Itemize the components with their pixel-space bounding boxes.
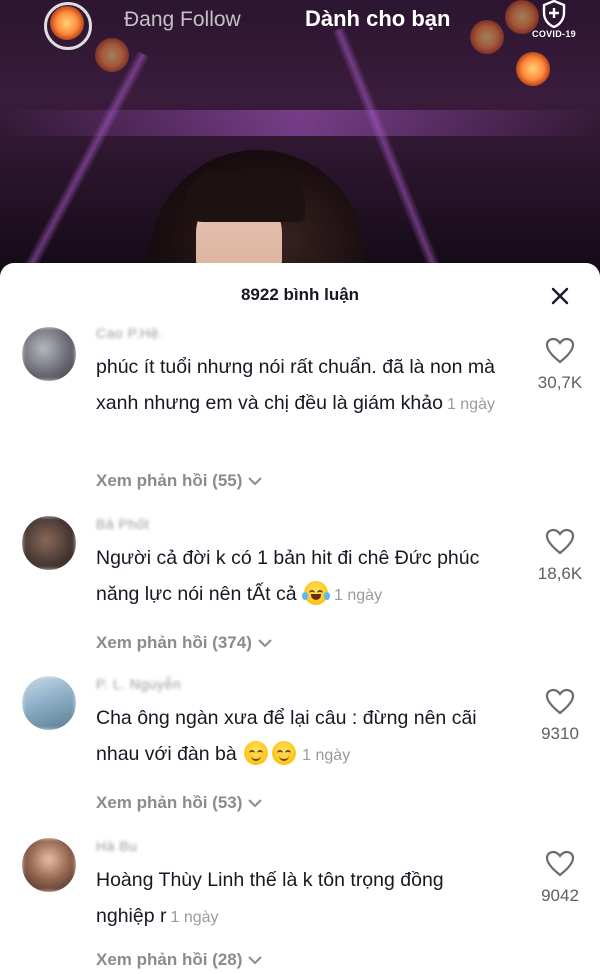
close-button[interactable] [545,281,575,311]
comment-time: 1 ngày [302,747,351,764]
comment-time: 1 ngày [446,396,495,413]
video-background[interactable]: Đang Follow Dành cho bạn COVID-19 [0,0,600,280]
comment-body: Hoàng Thùy Linh thế là k tôn trọng đồng … [96,869,444,927]
view-replies-button[interactable]: Xem phản hồi (374) [96,633,272,653]
avatar[interactable] [22,516,76,570]
comment-item: P. L. Nguyễn Cha ông ngàn xưa để lại câu… [0,676,600,821]
feed-tabs: Đang Follow Dành cho bạn COVID-19 [0,0,600,50]
like-button[interactable]: 30,7K [528,337,592,393]
close-icon [551,287,569,305]
comment-username[interactable]: Bả Phốt [96,516,149,536]
covid-info-button[interactable]: COVID-19 [524,0,584,46]
view-replies-label: Xem phản hồi (28) [96,950,243,969]
chevron-down-icon [248,955,263,964]
view-replies-button[interactable]: Xem phản hồi (28) [96,950,263,970]
comment-text: Người cả đời k có 1 bản hit đi chê Đức p… [96,540,506,614]
comments-sheet: 8922 bình luận Cao P.Hệ. phúc ít tuổi nh… [0,263,600,974]
comment-time: 1 ngày [170,909,219,926]
comments-count-title: 8922 bình luận [240,285,360,304]
comment-text: Hoàng Thùy Linh thế là k tôn trọng đồng … [96,862,506,936]
stage-light [95,38,129,72]
performer-hair [185,170,305,222]
like-count: 30,7K [537,373,583,392]
comment-item: Bả Phốt Người cả đời k có 1 bản hit đi c… [0,516,600,661]
comment-item: Hà Bu Hoàng Thùy Linh thế là k tôn trọng… [0,838,600,974]
comment-text: Cha ông ngàn xưa để lại câu : đừng nên c… [96,700,506,774]
tab-for-you[interactable]: Dành cho bạn [305,6,450,32]
heart-icon [545,850,575,877]
avatar[interactable] [22,327,76,381]
heart-icon [545,337,575,364]
covid-label: COVID-19 [532,29,576,39]
like-button[interactable]: 9310 [528,688,592,744]
avatar[interactable] [22,676,76,730]
comment-text: phúc ít tuổi nhưng nói rất chuẩn. đã là … [96,349,506,423]
comment-item: Cao P.Hệ. phúc ít tuổi nhưng nói rất chu… [0,325,600,495]
heart-icon [545,528,575,555]
relieved-emoji [272,741,297,765]
chevron-down-icon [248,798,263,807]
view-replies-button[interactable]: Xem phản hồi (53) [96,793,263,813]
comment-username[interactable]: Hà Bu [96,838,137,858]
heart-icon [545,688,575,715]
like-count: 18,6K [537,564,583,583]
view-replies-button[interactable]: Xem phản hồi (55) [96,471,263,491]
like-button[interactable]: 18,6K [528,528,592,584]
comment-body: phúc ít tuổi nhưng nói rất chuẩn. đã là … [96,356,495,414]
stage-light-beam [24,50,150,270]
shield-icon [542,0,566,28]
comment-username[interactable]: P. L. Nguyễn [96,676,181,696]
like-count: 9042 [541,886,579,905]
live-icon[interactable] [44,2,92,50]
comment-time: 1 ngày [334,587,383,604]
laughing-tears-emoji [302,581,331,605]
comments-header: 8922 bình luận [0,263,600,325]
chevron-down-icon [258,638,272,647]
view-replies-label: Xem phản hồi (55) [96,471,243,490]
comment-body: Người cả đời k có 1 bản hit đi chê Đức p… [96,547,480,605]
avatar[interactable] [22,838,76,892]
stage-light [516,52,550,86]
view-replies-label: Xem phản hồi (374) [96,633,252,652]
like-button[interactable]: 9042 [528,850,592,906]
comment-username[interactable]: Cao P.Hệ. [96,325,163,345]
chevron-down-icon [248,476,263,485]
tab-following[interactable]: Đang Follow [124,8,241,32]
relieved-emoji [244,741,269,765]
view-replies-label: Xem phản hồi (53) [96,793,243,812]
stage-light-beam [0,110,600,136]
like-count: 9310 [541,724,579,743]
